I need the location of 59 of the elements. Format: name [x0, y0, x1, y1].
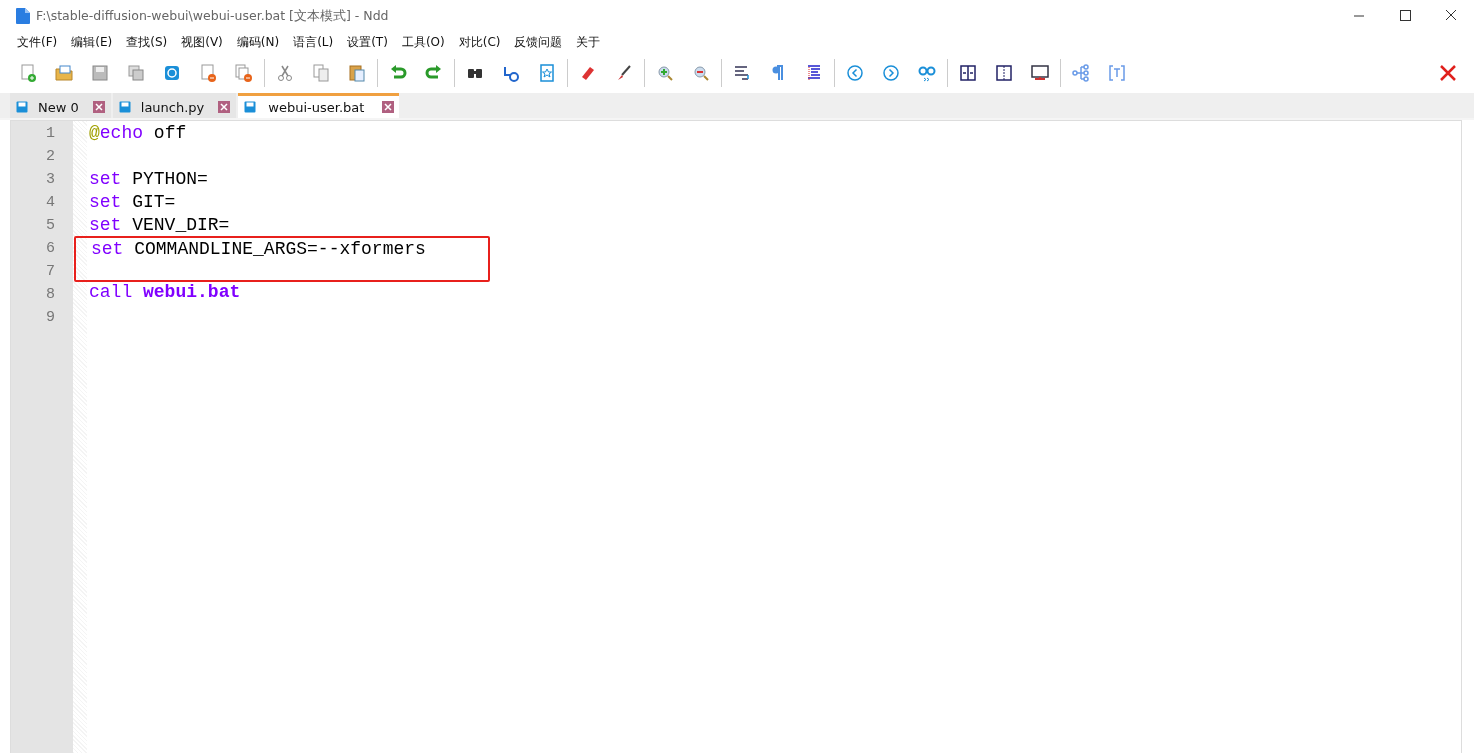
save-icon [16, 101, 28, 113]
menu-item[interactable]: 关于 [569, 32, 608, 53]
app-icon [16, 8, 30, 24]
code-line: set PYTHON= [88, 168, 208, 191]
close-icon[interactable] [382, 101, 395, 113]
cut-icon[interactable] [275, 63, 295, 83]
code-line: call webui.bat [88, 281, 241, 304]
save-icon [118, 101, 131, 113]
word-wrap-icon[interactable] [732, 63, 752, 83]
file-tab[interactable]: New 0 [10, 93, 111, 118]
line-number: 9 [45, 308, 56, 328]
save-icon[interactable] [90, 63, 110, 83]
code-line: set VENV_DIR= [88, 214, 230, 237]
line-number: 4 [45, 193, 56, 213]
zoom-out-icon[interactable] [691, 63, 711, 83]
menu-item[interactable]: 视图(V) [174, 32, 230, 53]
menu-item[interactable]: 设置(T) [340, 32, 395, 53]
save-all-icon[interactable] [126, 63, 146, 83]
window-title: F:\stable-diffusion-webui\webui-user.bat [文本模式] - Ndd [36, 7, 389, 25]
menu-item[interactable]: 对比(C) [451, 32, 508, 53]
save-icon [244, 101, 257, 113]
line-number: 2 [45, 147, 56, 167]
menu-item[interactable]: 工具(O) [394, 32, 452, 53]
line-number: 5 [45, 216, 56, 236]
tree-icon[interactable] [1071, 63, 1091, 83]
menu-item[interactable]: 文件(F) [10, 32, 65, 53]
code-line: @echo off [88, 122, 187, 145]
close-file-icon[interactable] [198, 63, 218, 83]
reload-icon[interactable] [162, 63, 182, 83]
copy-icon[interactable] [311, 63, 331, 83]
zoom-in-icon[interactable] [655, 63, 675, 83]
text-bracket-icon[interactable] [1107, 63, 1127, 83]
new-file-icon[interactable] [18, 63, 38, 83]
menu-item[interactable]: 编辑(E) [64, 32, 120, 53]
line-number: 1 [45, 124, 56, 144]
menu-item[interactable]: 反馈问题 [507, 32, 570, 53]
line-number: 8 [45, 285, 56, 305]
file-tab[interactable]: webui-user.bat [238, 93, 400, 118]
column-split-icon[interactable] [958, 63, 978, 83]
close-icon[interactable] [218, 101, 231, 113]
line-number: 7 [45, 262, 56, 282]
forward-icon[interactable] [881, 63, 901, 83]
menu-item[interactable]: 语言(L) [286, 32, 341, 53]
compare-icon[interactable] [994, 63, 1014, 83]
menu-item[interactable]: 查找(S) [119, 32, 175, 53]
close-all-icon[interactable] [234, 63, 254, 83]
line-number: 6 [45, 239, 56, 259]
menu-item[interactable]: 编码(N) [229, 32, 287, 53]
line-number: 3 [45, 170, 56, 190]
monitor-icon[interactable] [1030, 63, 1050, 83]
back-icon[interactable] [845, 63, 865, 83]
bookmark-icon[interactable] [537, 63, 557, 83]
close-icon[interactable] [1438, 63, 1458, 83]
code-line: set COMMANDLINE_ARGS=--xformers [90, 238, 426, 259]
paste-icon[interactable] [347, 63, 367, 83]
open-folder-icon[interactable] [54, 63, 74, 83]
close-icon[interactable] [92, 101, 105, 113]
code-line: set GIT= [88, 191, 176, 214]
file-tab[interactable]: launch.py [112, 93, 237, 118]
